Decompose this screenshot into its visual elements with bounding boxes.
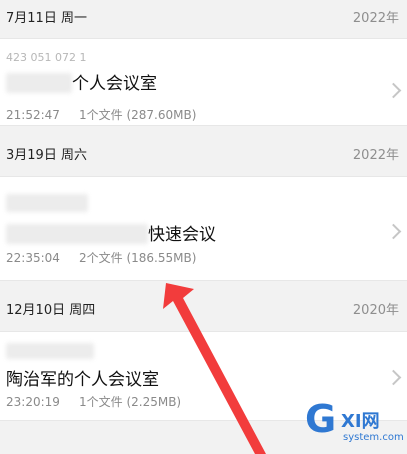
meeting-time: 23:20:19 xyxy=(6,395,60,409)
meeting-time: 22:35:04 xyxy=(6,251,60,265)
meeting-item-1[interactable]: 423 051 072 1 个人会议室 21:52:47 1个文件 (287.6… xyxy=(0,38,407,126)
section-year: 2020年 xyxy=(352,303,399,318)
meeting-title: 陶治军的个人会议室 xyxy=(6,370,159,390)
redaction-blur xyxy=(6,343,94,359)
section-year: 2022年 xyxy=(352,148,399,163)
section-date: 3月19日 周六 xyxy=(6,148,87,163)
section-date: 12月10日 周四 xyxy=(6,303,96,318)
meeting-files: 1个文件 (2.25MB) xyxy=(79,395,182,409)
section-header-3: 12月10日 周四 2020年 xyxy=(0,292,407,330)
redaction-blur xyxy=(6,194,88,212)
meeting-history-screen: 7月11日 周一 2022年 423 051 072 1 个人会议室 21:52… xyxy=(0,0,407,454)
watermark: G XI网 system.com xyxy=(303,397,404,448)
section-year: 2022年 xyxy=(352,11,399,26)
redaction-blur xyxy=(6,224,148,244)
meeting-title: 快速会议 xyxy=(148,225,216,245)
chevron-right-icon[interactable] xyxy=(385,82,402,99)
section-header-1: 7月11日 周一 2022年 xyxy=(0,0,407,38)
watermark-logo: G xyxy=(305,397,336,441)
meeting-time: 21:52:47 xyxy=(6,108,60,122)
section-header-2: 3月19日 周六 2022年 xyxy=(0,137,407,175)
meeting-item-2[interactable]: 快速会议 22:35:04 2个文件 (186.55MB) xyxy=(0,176,407,281)
meeting-files: 2个文件 (186.55MB) xyxy=(79,251,197,265)
chevron-right-icon[interactable] xyxy=(385,223,402,240)
watermark-name: XI网 xyxy=(341,411,380,432)
meeting-id: 423 051 072 1 xyxy=(6,51,87,64)
meeting-title: 个人会议室 xyxy=(72,74,157,94)
chevron-right-icon[interactable] xyxy=(385,369,402,386)
section-date: 7月11日 周一 xyxy=(6,11,87,26)
meeting-files: 1个文件 (287.60MB) xyxy=(79,108,197,122)
redaction-blur xyxy=(6,73,72,93)
watermark-site: system.com xyxy=(343,432,404,443)
